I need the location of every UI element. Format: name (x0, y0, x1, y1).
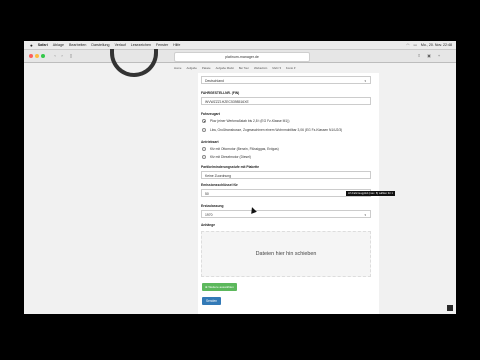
tooltip: Ich Fahrzeugpfeil (max. 8) wählen für 1 (346, 191, 395, 196)
erstzulassung-select[interactable]: 1970 ▾ (201, 210, 371, 218)
menu-lesezeichen[interactable]: Lesezeichen (131, 43, 151, 47)
emissionsschluessel-value: 50 (205, 192, 209, 196)
country-select[interactable]: Deutschland ▾ (201, 76, 371, 84)
file-drop-zone[interactable]: Dateien hier hin schieben (201, 231, 371, 277)
sidebar-icon[interactable]: ▯ (68, 53, 74, 59)
chevron-down-icon: ▾ (364, 213, 366, 217)
fahrzeugart-label: Fahrzeugart (201, 112, 220, 116)
forward-icon[interactable]: › (59, 53, 65, 59)
wifi-icon[interactable]: ◠ (406, 43, 409, 47)
menu-bearbeiten[interactable]: Bearbeiten (69, 43, 86, 47)
partikelminderung-value: Keine Zuordnung (205, 174, 232, 178)
anhaenge-label: Anhänge (201, 223, 216, 227)
antriebsart-option-diesel: Kfz mit Dieselmotor (Diesel) (210, 155, 251, 159)
web-page: Home Aufgabe Pakete Aufgabe Markt Bei To… (24, 49, 456, 314)
minimize-window-icon[interactable] (35, 54, 39, 58)
add-files-button[interactable]: ⊕ Weitere auswählen (202, 283, 237, 291)
share-icon[interactable]: ⇧ (416, 53, 422, 59)
battery-icon[interactable]: ▭ (413, 43, 416, 47)
address-bar[interactable]: platinum-manager.de (174, 52, 310, 62)
macos-menubar: ● Safari Ablage Bearbeiten Darstellung V… (24, 41, 456, 50)
fin-value: WVWZZZ1HZEC5398516XE (205, 100, 249, 104)
site-logo (110, 49, 158, 77)
fin-input[interactable]: WVWZZZ1HZEC5398516XE (201, 97, 371, 105)
browser-toolbar: ‹ › ▯ platinum-manager.de ⇧ ▣ + (24, 50, 456, 63)
fahrzeugart-option-lkw: Lkw, Großtransbusse, Zugmaschinen einem … (210, 128, 343, 132)
close-window-icon[interactable] (29, 54, 33, 58)
zoom-window-icon[interactable] (41, 54, 45, 58)
nav-mehr[interactable]: Mehr ▾ (272, 66, 281, 70)
erstzulassung-label: Erstzulassung (201, 204, 224, 208)
emissionsschluessel-label: Emissionsschlüssel für (201, 183, 238, 187)
new-tab-icon[interactable]: + (436, 53, 442, 59)
fahrzeugart-radio-pkw[interactable] (202, 119, 206, 123)
submit-button[interactable]: Senden (202, 297, 221, 305)
site-nav: Home Aufgabe Pakete Aufgabe Markt Bei To… (174, 65, 300, 71)
menu-verlauf[interactable]: Verlauf (115, 43, 126, 47)
menu-hilfe[interactable]: Hilfe (173, 43, 180, 47)
nav-aufgabe[interactable]: Aufgabe (186, 66, 196, 70)
back-icon[interactable]: ‹ (52, 53, 58, 59)
clock[interactable]: Mo., 20. Nov. 22:48 (421, 43, 452, 47)
antriebsart-option-otto: Kfz mit Ottomotor (Benzin, Flüssiggas, E… (210, 147, 279, 151)
nav-webadmin[interactable]: Webadmin (254, 66, 267, 70)
fahrzeugart-radio-lkw[interactable] (202, 128, 206, 132)
drop-zone-text: Dateien hier hin schieben (255, 251, 317, 257)
apple-menu-icon[interactable]: ● (30, 43, 33, 48)
nav-pakete[interactable]: Pakete (202, 66, 211, 70)
antriebsart-radio-diesel[interactable] (202, 155, 206, 159)
fin-label: FAHRGESTELLNR. (FIN) (201, 91, 240, 95)
nav-aufgabe-markt[interactable]: Aufgabe Markt (216, 66, 234, 70)
country-select-value: Deutschland (205, 79, 224, 83)
nav-home[interactable]: Home (174, 66, 181, 70)
partikelminderung-label: Partikelminderungsstufe mit Plakette (201, 165, 260, 169)
nav-bei-tour[interactable]: Bei Tour (239, 66, 249, 70)
nav-konto[interactable]: Konto ▾ (286, 66, 296, 70)
antriebsart-label: Antriebsart (201, 140, 219, 144)
chevron-down-icon: ▾ (364, 79, 366, 83)
antriebsart-radio-otto[interactable] (202, 147, 206, 151)
tabs-icon[interactable]: ▣ (426, 53, 432, 59)
menubar-status: ◠ ▭ Mo., 20. Nov. 22:48 (402, 41, 452, 49)
video-corner-icon (447, 305, 453, 311)
partikelminderung-select[interactable]: Keine Zuordnung (201, 171, 371, 179)
erstzulassung-value: 1970 (205, 213, 213, 217)
screenshot-area: ● Safari Ablage Bearbeiten Darstellung V… (24, 41, 456, 314)
fahrzeugart-option-pkw: Pkw (einer Werkmaßstab bis 2,8 t (EG Fz-… (210, 119, 290, 123)
menu-ablage[interactable]: Ablage (53, 43, 64, 47)
menu-darstellung[interactable]: Darstellung (91, 43, 109, 47)
menu-fenster[interactable]: Fenster (156, 43, 168, 47)
menu-app-name[interactable]: Safari (38, 43, 48, 47)
